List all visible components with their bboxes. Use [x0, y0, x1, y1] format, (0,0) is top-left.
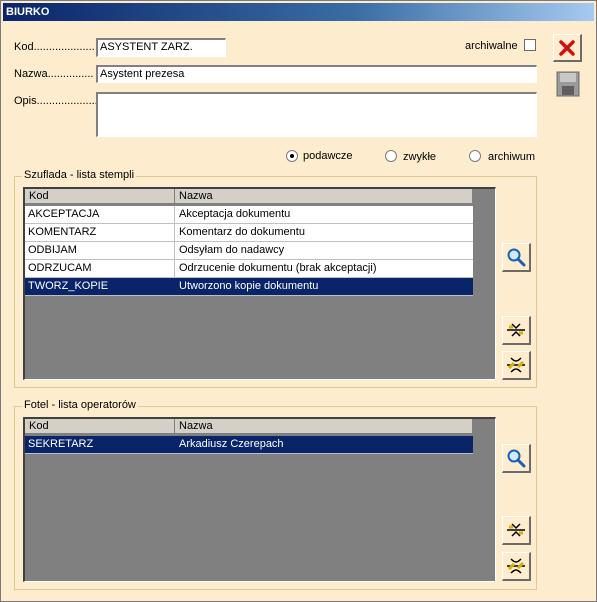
- archiwalne-checkbox[interactable]: [524, 39, 536, 51]
- cell-kod: KOMENTARZ: [25, 224, 175, 241]
- radio-archiwum[interactable]: [469, 150, 481, 162]
- column-header-kod[interactable]: Kod: [25, 189, 175, 204]
- table-row[interactable]: ODBIJAM Odsyłam do nadawcy: [25, 242, 473, 260]
- save-icon: [556, 71, 579, 97]
- cell-nazwa: Odsyłam do nadawcy: [179, 244, 285, 256]
- connect-icon: [507, 523, 525, 537]
- column-header-nazwa[interactable]: Nazwa: [175, 189, 473, 204]
- operators-disconnect-button[interactable]: [502, 552, 531, 581]
- column-header-kod[interactable]: Kod: [25, 419, 175, 434]
- radio-archiwum-label: archiwum: [488, 151, 536, 163]
- table-row[interactable]: KOMENTARZ Komentarz do dokumentu: [25, 224, 473, 242]
- cell-kod: AKCEPTACJA: [25, 206, 175, 223]
- cell-nazwa: Odrzucenie dokumentu (brak akceptacji): [179, 262, 377, 274]
- save-button[interactable]: [553, 68, 582, 100]
- operators-connect-button[interactable]: [502, 516, 531, 545]
- close-button[interactable]: [553, 34, 582, 62]
- magnifier-icon: [507, 449, 526, 468]
- cell-kod: SEKRETARZ: [25, 436, 175, 453]
- stamps-table[interactable]: Kod Nazwa AKCEPTACJA Akceptacja dokument…: [23, 187, 496, 380]
- operators-group-title: Fotel - lista operatorów: [22, 399, 138, 411]
- cell-nazwa: Akceptacja dokumentu: [179, 208, 291, 220]
- cell-kod: ODBIJAM: [25, 242, 175, 259]
- radio-zwykle[interactable]: [385, 150, 397, 162]
- table-row[interactable]: AKCEPTACJA Akceptacja dokumentu: [25, 206, 473, 224]
- radio-zwykle-label: zwykłe: [403, 151, 437, 163]
- cell-kod: TWORZ_KOPIE: [25, 278, 175, 295]
- kod-label: Kod....................: [14, 41, 95, 53]
- archiwalne-label: archiwalne: [465, 40, 518, 52]
- magnifier-icon: [507, 248, 526, 267]
- cell-nazwa: Arkadiusz Czerepach: [179, 438, 284, 450]
- stamps-connect-button[interactable]: [502, 316, 531, 345]
- column-header-nazwa[interactable]: Nazwa: [175, 419, 473, 434]
- close-icon: [559, 39, 575, 56]
- cell-nazwa: Komentarz do dokumentu: [179, 226, 305, 238]
- cell-kod: ODRZUCAM: [25, 260, 175, 277]
- disconnect-icon: [507, 558, 525, 574]
- table-row-selected[interactable]: TWORZ_KOPIE Utworzono kopie dokumentu: [25, 278, 473, 296]
- stamps-group-title: Szuflada - lista stempli: [22, 169, 137, 181]
- table-row-selected[interactable]: SEKRETARZ Arkadiusz Czerepach: [25, 436, 473, 454]
- cell-nazwa: Utworzono kopie dokumentu: [179, 280, 319, 292]
- opis-field[interactable]: [96, 92, 537, 137]
- operators-search-button[interactable]: [502, 444, 531, 473]
- kod-field[interactable]: ASYSTENT ZARZ.: [96, 38, 226, 57]
- table-row[interactable]: ODRZUCAM Odrzucenie dokumentu (brak akce…: [25, 260, 473, 278]
- biurko-window: BIURKO Kod.................... ASYSTENT …: [0, 0, 597, 602]
- radio-podawcze[interactable]: [286, 150, 298, 162]
- connect-icon: [507, 323, 525, 337]
- operators-table[interactable]: Kod Nazwa SEKRETARZ Arkadiusz Czerepach: [23, 417, 496, 582]
- stamps-disconnect-button[interactable]: [502, 351, 531, 380]
- radio-podawcze-label: podawcze: [303, 150, 353, 162]
- window-title: BIURKO: [3, 3, 594, 21]
- disconnect-icon: [507, 357, 525, 373]
- nazwa-field[interactable]: Asystent prezesa: [96, 65, 537, 83]
- stamps-search-button[interactable]: [502, 243, 531, 272]
- opis-label: Opis.....................: [14, 95, 101, 107]
- nazwa-label: Nazwa...............: [14, 68, 94, 80]
